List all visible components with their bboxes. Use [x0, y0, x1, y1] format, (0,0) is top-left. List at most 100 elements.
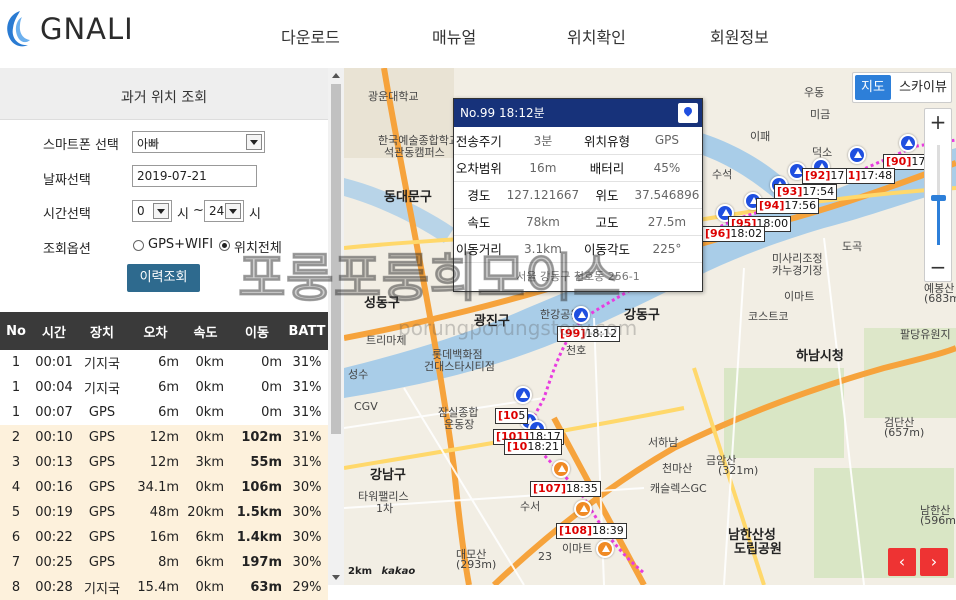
scale-text: 2km — [348, 566, 373, 577]
cell-device: GPS — [76, 425, 128, 450]
map-place: 코스트코 — [748, 310, 789, 323]
cell-no: 4 — [0, 475, 32, 500]
map-place: 카누경기장 — [772, 264, 823, 277]
nav-member-info[interactable]: 회원정보 — [710, 24, 769, 48]
table-row[interactable]: 3 00:13 GPS 12m 3km 55m 31% — [0, 450, 328, 475]
map-place: 건대스타시티점 — [424, 360, 495, 373]
search-history-button[interactable]: 이력조회 — [127, 264, 200, 292]
pin-icon[interactable] — [678, 103, 698, 123]
cell-move: 0m — [261, 380, 282, 395]
prev-arrow-button[interactable]: ‹ — [888, 548, 916, 576]
location-marker[interactable] — [899, 134, 917, 152]
map-place: 성동구 — [364, 296, 400, 311]
cell-speed: 0km — [195, 380, 224, 395]
cell-no: 2 — [0, 425, 32, 450]
point-tag[interactable]: [92]17 — [802, 168, 848, 184]
location-marker[interactable] — [552, 460, 570, 478]
info-key: 전송주기 — [454, 127, 504, 155]
table-row[interactable]: 7 00:25 GPS 8m 6km 197m 30% — [0, 550, 328, 575]
point-tag[interactable]: [96]18:02 — [702, 226, 766, 242]
nav-download[interactable]: 다운로드 — [281, 24, 340, 48]
point-tag[interactable]: [94]17:56 — [756, 198, 820, 214]
zoom-slider-handle[interactable] — [931, 195, 946, 201]
info-row: 이동거리 3.1km 이동각도 225° — [454, 235, 702, 263]
date-field[interactable]: 2019-07-21 — [132, 165, 257, 187]
panel-scrollbar[interactable] — [328, 68, 344, 585]
cell-batt: 30% — [286, 525, 328, 550]
location-marker[interactable] — [848, 146, 866, 164]
point-tag-no: [108] — [559, 524, 593, 537]
cell-time: 00:19 — [32, 500, 76, 525]
table-row[interactable]: 1 00:07 GPS 6m 0km 0m 31% — [0, 400, 328, 425]
table-row[interactable]: 5 00:19 GPS 48m 20km 1.5km 30% — [0, 500, 328, 525]
kakao-logo: kakao — [381, 566, 416, 577]
scroll-thumb[interactable] — [331, 84, 341, 434]
cell-device: 기지국 — [84, 357, 120, 372]
brand-logo[interactable]: GNALI — [2, 8, 134, 50]
phone-select[interactable]: 아빠 — [132, 131, 265, 153]
map-type-switch: 지도 스카이뷰 — [852, 72, 952, 103]
map-place: CGV — [354, 400, 378, 413]
next-arrow-button[interactable]: › — [920, 548, 948, 576]
nav-manual[interactable]: 매뉴얼 — [432, 24, 476, 48]
zoom-in-button[interactable]: + — [925, 109, 951, 135]
map-place: 1차 — [376, 502, 394, 515]
info-title: No.99 18:12분 — [460, 106, 545, 120]
map-type-map-button[interactable]: 지도 — [855, 75, 891, 100]
location-marker[interactable] — [574, 500, 592, 518]
cell-no: 7 — [0, 550, 32, 575]
map-place: 이마트 — [562, 542, 593, 555]
info-key: 이동각도 — [582, 235, 632, 263]
radio-gps-wifi[interactable] — [133, 240, 144, 251]
map-scale: 2km kakao — [348, 566, 415, 577]
point-tag[interactable]: [105 — [495, 408, 529, 424]
point-tag-no: [93] — [777, 185, 803, 198]
point-tag[interactable]: [108]18:39 — [556, 523, 627, 539]
cell-error: 8m — [128, 550, 183, 575]
nav-location-check[interactable]: 위치확인 — [567, 24, 626, 48]
cell-move: 0m — [261, 355, 282, 370]
location-marker[interactable] — [514, 386, 532, 404]
zoom-out-button[interactable]: − — [925, 255, 951, 281]
table-row[interactable]: 6 00:22 GPS 16m 6km 1.4km 30% — [0, 525, 328, 550]
point-tag[interactable]: [107]18:35 — [530, 481, 601, 497]
map-place: 캐슬렉스GC — [650, 482, 707, 495]
scroll-down-icon[interactable] — [332, 575, 340, 580]
cell-no: 6 — [0, 525, 32, 550]
table-row[interactable]: 8 00:28 기지국 15.4m 0km 63m 29% — [0, 575, 328, 600]
cell-move: 102m — [228, 425, 286, 450]
point-tag-no: [94] — [759, 199, 785, 212]
table-row[interactable]: 4 00:16 GPS 34.1m 0km 106m 30% — [0, 475, 328, 500]
hour-unit: 시 — [177, 207, 189, 222]
cell-device: GPS — [76, 525, 128, 550]
cell-speed: 0km — [195, 405, 224, 420]
radio-all[interactable] — [219, 240, 230, 251]
info-key: 위도 — [582, 181, 632, 209]
cell-device: GPS — [76, 550, 128, 575]
time-from-select[interactable]: 0 — [132, 200, 172, 222]
table-row[interactable]: 2 00:10 GPS 12m 0km 102m 31% — [0, 425, 328, 450]
col-error: 오차 — [128, 312, 183, 350]
info-value: 3.1km — [503, 235, 583, 263]
col-device: 장치 — [76, 312, 128, 350]
point-tag-no: [96] — [705, 227, 731, 240]
zoom-level-fill — [937, 201, 940, 245]
info-value: 225° — [631, 235, 702, 263]
table-row[interactable]: 1 00:01 기지국 6m 0km 0m 31% — [0, 350, 328, 375]
location-marker[interactable] — [596, 540, 614, 558]
map-place: 이마트 — [784, 290, 815, 303]
time-to-select[interactable]: 24 — [204, 200, 244, 222]
cell-move: 0m — [261, 405, 282, 420]
cell-speed: 0km — [183, 575, 228, 600]
table-row[interactable]: 1 00:04 기지국 6m 0km 0m 31% — [0, 375, 328, 400]
scroll-up-icon[interactable] — [332, 73, 340, 78]
point-tag-no: [107] — [533, 482, 567, 495]
point-tag[interactable]: [1018:21 — [504, 439, 563, 455]
cell-error: 15.4m — [128, 575, 183, 600]
hour-unit: 시 — [249, 207, 261, 222]
table-header-row: No 시간 장치 오차 속도 이동 BATT — [0, 312, 328, 350]
map-place: (657m) — [884, 426, 925, 439]
cell-error: 48m — [128, 500, 183, 525]
map-type-skyview-button[interactable]: 스카이뷰 — [897, 75, 949, 100]
point-tag-time: 18:21 — [527, 440, 560, 453]
